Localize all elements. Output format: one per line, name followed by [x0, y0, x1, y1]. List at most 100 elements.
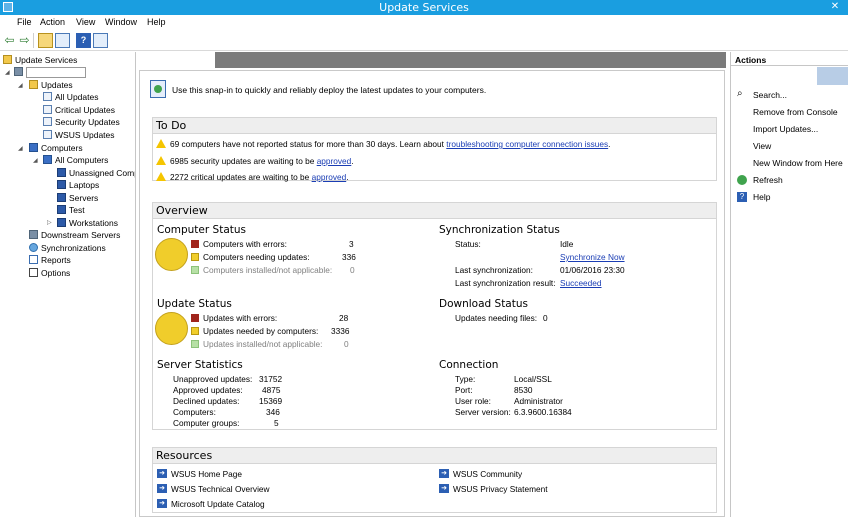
tree-item-all-computers[interactable]: All Computers	[43, 154, 108, 166]
collapse-triangle-icon[interactable]: ◢	[5, 69, 10, 76]
action-search[interactable]: Search...	[753, 90, 787, 100]
computer-group-icon	[57, 180, 66, 189]
last-sync-label: Last synchronization:	[455, 265, 533, 275]
resource-microsoft-update-catalog[interactable]: Microsoft Update Catalog	[171, 499, 265, 509]
tree-item-update-services[interactable]: Update Services	[3, 54, 77, 66]
action-view[interactable]: View	[753, 141, 771, 151]
main-pane: Use this snap-in to quickly and reliably…	[137, 52, 729, 517]
tree-item-test[interactable]: Test	[57, 204, 85, 216]
action-help[interactable]: Help	[753, 192, 770, 202]
synchronize-now-link[interactable]: Synchronize Now	[560, 252, 625, 262]
legend-red-icon	[191, 314, 199, 322]
resource-wsus-community[interactable]: WSUS Community	[453, 469, 522, 479]
overview-panel: Use this snap-in to quickly and reliably…	[139, 70, 725, 517]
computers-needing-value: 336	[342, 252, 356, 262]
legend-yellow-icon	[191, 327, 199, 335]
update-services-icon	[3, 55, 12, 64]
update-status-pie	[155, 312, 188, 345]
synchronizations-icon	[29, 243, 38, 252]
last-result-link[interactable]: Succeeded	[560, 278, 602, 288]
stat-value: 5	[274, 418, 279, 428]
tree-item-options[interactable]: Options	[29, 267, 70, 279]
tree-item-security-updates[interactable]: Security Updates	[43, 116, 120, 128]
resources-section: Resources ➜ WSUS Home Page ➜ WSUS Techni…	[152, 447, 717, 513]
link-arrow-icon: ➜	[439, 484, 449, 493]
tree-item-unassigned-computers[interactable]: Unassigned Comp	[57, 167, 135, 179]
show-hide-action-pane-icon[interactable]	[93, 33, 108, 48]
back-arrow-icon[interactable]: ⇦	[2, 33, 17, 48]
collapse-triangle-icon[interactable]: ◢	[18, 82, 23, 89]
menu-action[interactable]: Action	[40, 17, 65, 27]
update-view-icon	[43, 92, 52, 101]
action-new-window[interactable]: New Window from Here	[753, 158, 843, 168]
server-name-edit[interactable]	[26, 67, 86, 79]
resource-wsus-technical-overview[interactable]: WSUS Technical Overview	[171, 484, 270, 494]
action-refresh[interactable]: Refresh	[753, 175, 783, 185]
tree-item-reports[interactable]: Reports	[29, 254, 71, 266]
tree-item-computers[interactable]: Computers	[29, 142, 83, 154]
snap-in-description: Use this snap-in to quickly and reliably…	[172, 85, 487, 95]
link-arrow-icon: ➜	[157, 499, 167, 508]
computer-group-icon	[57, 218, 66, 227]
legend-green-icon	[191, 266, 199, 274]
menu-window[interactable]: Window	[105, 17, 137, 27]
server-statistics-title: Server Statistics	[157, 359, 243, 371]
stat-label: Computers:	[173, 407, 216, 417]
collapse-triangle-icon[interactable]: ◢	[33, 157, 38, 164]
result-pane-header	[215, 52, 726, 68]
connection-label: Port:	[455, 385, 473, 395]
actions-pane: Actions ⌕ Search... Remove from Console …	[730, 52, 848, 517]
tree-item-workstations[interactable]: Workstations	[57, 217, 118, 229]
legend-red-icon	[191, 240, 199, 248]
collapse-triangle-icon[interactable]: ◢	[18, 145, 23, 152]
menu-view[interactable]: View	[76, 17, 95, 27]
stat-label: Declined updates:	[173, 396, 240, 406]
update-status-title: Update Status	[157, 298, 232, 310]
computer-group-icon	[57, 168, 66, 177]
stat-value: 31752	[259, 374, 283, 384]
help-icon[interactable]: ?	[76, 33, 91, 48]
computer-group-icon	[57, 205, 66, 214]
tree-item-server[interactable]	[14, 66, 86, 79]
menu-help[interactable]: Help	[147, 17, 166, 27]
connection-label: User role:	[455, 396, 491, 406]
warning-icon	[156, 139, 166, 148]
needing-files-label: Updates needing files:	[455, 313, 538, 323]
connection-label: Server version:	[455, 407, 511, 417]
overview-title: Overview	[153, 203, 716, 219]
snap-in-header: Use this snap-in to quickly and reliably…	[148, 76, 716, 102]
tree-item-servers[interactable]: Servers	[57, 192, 98, 204]
todo-item-1: 69 computers have not reported status fo…	[170, 139, 611, 149]
updates-needed-value: 3336	[331, 326, 350, 336]
stat-value: 15369	[259, 396, 283, 406]
troubleshooting-link[interactable]: troubleshooting computer connection issu…	[446, 139, 608, 149]
up-folder-icon[interactable]	[38, 33, 53, 48]
menu-file[interactable]: File	[17, 17, 32, 27]
needing-files-value: 0	[543, 313, 548, 323]
help-icon: ?	[737, 192, 747, 202]
expand-triangle-icon[interactable]: ▷	[47, 219, 52, 226]
forward-arrow-icon[interactable]: ⇨	[17, 33, 32, 48]
resource-wsus-privacy-statement[interactable]: WSUS Privacy Statement	[453, 484, 548, 494]
tree-item-critical-updates[interactable]: Critical Updates	[43, 104, 115, 116]
updates-errors-value: 28	[339, 313, 349, 323]
tree-item-synchronizations[interactable]: Synchronizations	[29, 242, 106, 254]
tree-item-wsus-updates[interactable]: WSUS Updates	[43, 129, 115, 141]
approved-security-link[interactable]: approved	[317, 156, 352, 166]
action-remove-from-console[interactable]: Remove from Console	[753, 107, 838, 117]
refresh-icon	[737, 175, 747, 185]
sync-status-title: Synchronization Status	[439, 224, 560, 236]
close-window-button[interactable]: ✕	[826, 1, 844, 13]
last-sync-value: 01/06/2016 23:30	[560, 265, 625, 275]
action-import-updates[interactable]: Import Updates...	[753, 124, 818, 134]
connection-value: Administrator	[514, 396, 563, 406]
tree-item-updates[interactable]: Updates	[29, 79, 73, 91]
stat-label: Unapproved updates:	[173, 374, 253, 384]
resource-wsus-home-page[interactable]: WSUS Home Page	[171, 469, 242, 479]
toolbar-separator	[33, 33, 34, 48]
tree-item-downstream-servers[interactable]: Downstream Servers	[29, 229, 120, 241]
tree-item-all-updates[interactable]: All Updates	[43, 91, 98, 103]
approved-critical-link[interactable]: approved	[312, 172, 347, 182]
tree-item-laptops[interactable]: Laptops	[57, 179, 99, 191]
show-hide-tree-icon[interactable]	[55, 33, 70, 48]
